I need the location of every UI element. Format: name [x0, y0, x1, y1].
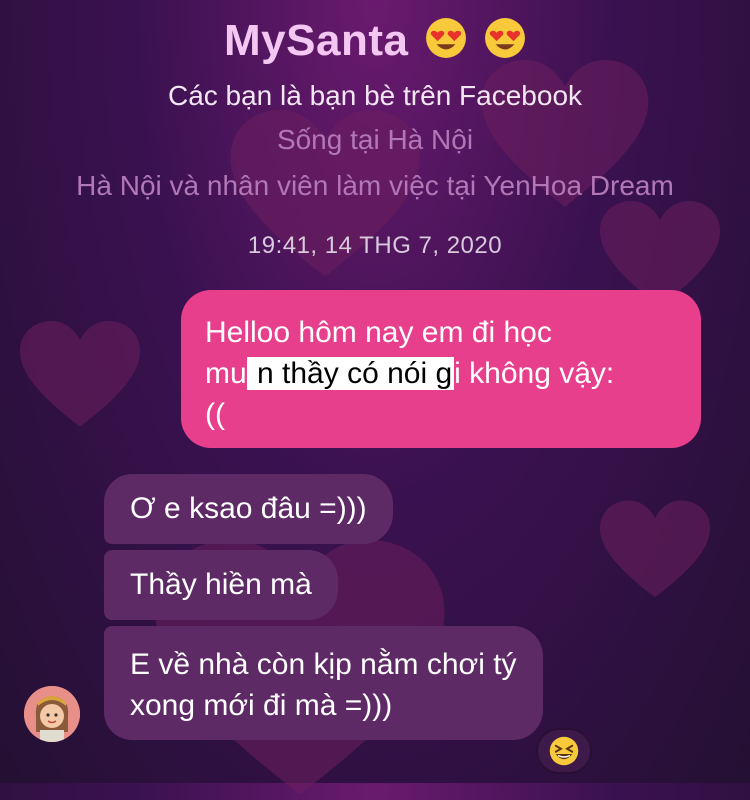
incoming-message-bubble[interactable]: E về nhà còn kịp nằm chơi tý xong mới đi… — [104, 626, 543, 740]
background-heart-decoration — [20, 321, 140, 427]
message-line: (( — [205, 398, 225, 431]
message-timestamp: 19:41, 14 THG 7, 2020 — [247, 232, 503, 259]
memoji-avatar-icon — [24, 686, 80, 742]
sender-avatar[interactable] — [24, 686, 80, 742]
message-reaction[interactable] — [536, 728, 592, 774]
message-text-fragment: i không vậy: — [454, 357, 615, 390]
work-info: Hà Nội và nhân viên làm việc tại YenHoa … — [76, 170, 674, 201]
location-info: Sống tại Hà Nội — [276, 124, 474, 155]
message-line: Helloo hôm nay em đi học — [205, 316, 552, 349]
grinning-squinting-icon — [549, 736, 579, 766]
outgoing-message-bubble[interactable]: Helloo hôm nay em đi học mu n thầy có nó… — [181, 290, 701, 448]
heart-eyes-icon — [484, 17, 526, 70]
redacted-text: n thầy có nói g — [246, 357, 455, 390]
contact-name: MySanta — [0, 16, 750, 70]
message-line: E về nhà còn kịp nằm chơi tý — [130, 648, 517, 681]
incoming-message-bubble[interactable]: Ơ e ksao đâu =))) — [104, 474, 393, 544]
friendship-status: Các bạn là bạn bè trên Facebook — [167, 80, 583, 111]
message-line: xong mới đi mà =))) — [130, 689, 393, 722]
message-text-fragment: mu — [205, 357, 247, 390]
contact-name-text: MySanta — [224, 16, 409, 65]
incoming-message-bubble[interactable]: Thầy hiền mà — [104, 550, 338, 620]
background-heart-decoration — [600, 500, 710, 598]
heart-eyes-icon — [425, 17, 467, 70]
message-line: mu n thầy có nói gi không vậy: — [205, 353, 677, 394]
